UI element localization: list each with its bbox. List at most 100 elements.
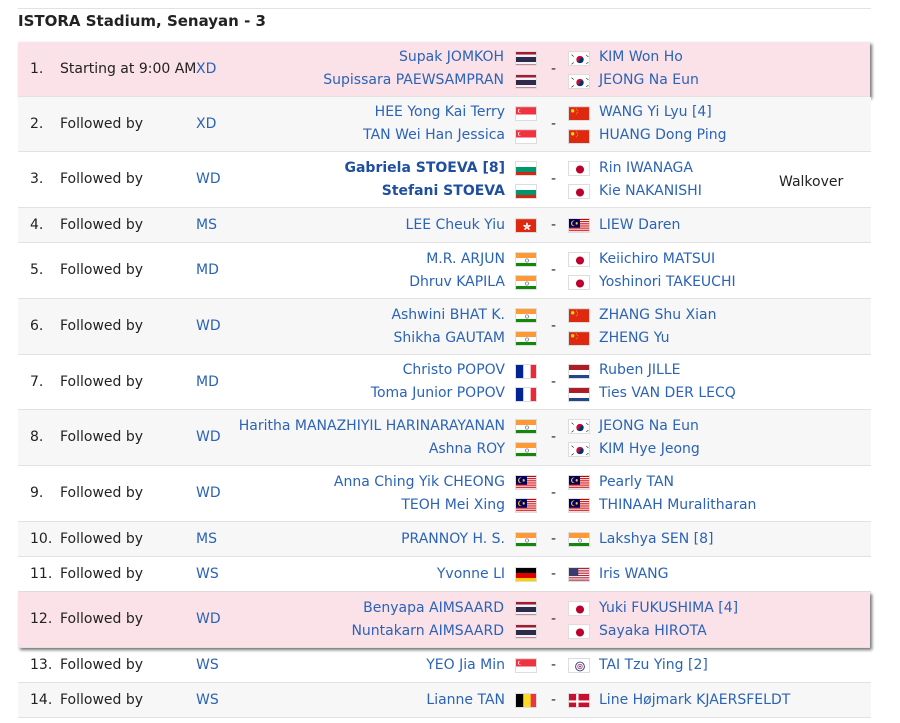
event-link[interactable]: WD [196, 171, 221, 187]
match-row: 12. Followed by WD Benyapa AIMSAARD Nuntakar… [18, 592, 870, 648]
left-player-link[interactable]: Lianne TAN [426, 692, 505, 708]
right-player-link[interactable]: KIM Won Ho [599, 49, 683, 65]
right-player-link[interactable]: ZHENG Yu [599, 330, 670, 346]
flag-ned-icon [568, 386, 590, 402]
versus-dash: - [551, 216, 557, 233]
event-link[interactable]: WS [196, 692, 219, 708]
right-player-link[interactable]: ZHANG Shu Xian [599, 307, 716, 323]
flag-chn-icon [568, 128, 590, 144]
right-player-link[interactable]: KIM Hye Jeong [599, 441, 700, 457]
right-player-link[interactable]: Line Højmark KJAERSFELDT [599, 692, 790, 708]
right-player-link[interactable]: TAI Tzu Ying [2] [599, 657, 708, 673]
right-player-link[interactable]: Keiichiro MATSUI [599, 251, 715, 267]
left-player-link[interactable]: Gabriela STOEVA [8] [344, 160, 505, 176]
right-player-link[interactable]: Yoshinori TAKEUCHI [599, 274, 736, 290]
left-player-link[interactable]: Dhruv KAPILA [409, 274, 505, 290]
right-player-link[interactable]: Ties VAN DER LECQ [599, 385, 736, 401]
event-link[interactable]: XD [196, 61, 216, 77]
left-player-link[interactable]: Nuntakarn AIMSAARD [351, 623, 504, 639]
left-player-link[interactable]: LEE Cheuk Yiu [406, 217, 505, 233]
event-link[interactable]: MD [196, 262, 219, 278]
right-player-link[interactable]: Sayaka HIROTA [599, 623, 707, 639]
flag-kor-icon [568, 419, 590, 434]
event-link[interactable]: WS [196, 566, 219, 582]
match-row: 3. Followed by WD Gabriela STOEVA [8] Stefan… [18, 152, 871, 208]
left-player-link[interactable]: Supissara PAEWSAMPRAN [323, 72, 504, 88]
match-row: 10. Followed by MS PRANNOY H. S. - Lakshya SE… [18, 522, 871, 557]
flag-fra-icon [515, 386, 537, 402]
right-player-link[interactable]: Lakshya SEN [8] [599, 531, 713, 547]
match-row: 7. Followed by MD Christo POPOV Toma Junior … [18, 355, 871, 410]
left-player-link[interactable]: Haritha MANAZHIYIL HARINARAYANAN [239, 418, 505, 434]
flag-mas-icon [568, 498, 590, 513]
flag-usa-icon [568, 567, 590, 582]
flag-hkg-icon [515, 218, 537, 233]
right-player-link[interactable]: WANG Yi Lyu [4] [599, 104, 712, 120]
schedule-text: Followed by [60, 565, 144, 582]
left-player-link[interactable]: PRANNOY H. S. [401, 531, 505, 547]
schedule-text: Followed by [60, 530, 144, 547]
left-player-link[interactable]: TEOH Mei Xing [401, 497, 505, 513]
versus-dash: - [551, 656, 557, 673]
versus-dash: - [551, 691, 557, 708]
flag-chn-icon [568, 105, 590, 121]
event-link[interactable]: WS [196, 657, 219, 673]
match-number: 11. [30, 565, 53, 582]
event-link[interactable]: MS [196, 217, 217, 233]
right-player-link[interactable]: THINAAH Muralitharan [599, 497, 756, 513]
right-player-link[interactable]: Pearly TAN [599, 474, 674, 490]
flag-mas-icon [515, 498, 537, 513]
left-player-link[interactable]: Benyapa AIMSAARD [363, 600, 504, 616]
flag-jpn-icon [568, 252, 590, 267]
flag-ind-icon [515, 275, 537, 290]
schedule-text: Followed by [60, 171, 144, 187]
flag-ind-icon [515, 532, 537, 547]
right-player-link[interactable]: JEONG Na Eun [599, 418, 699, 434]
flag-ind-icon [515, 419, 537, 434]
right-player-link[interactable]: Yuki FUKUSHIMA [4] [599, 600, 738, 616]
flag-tha-icon [515, 50, 537, 66]
right-player-link[interactable]: JEONG Na Eun [599, 72, 699, 88]
flag-kor-icon [568, 50, 590, 66]
right-player-link[interactable]: Iris WANG [599, 566, 669, 582]
flag-mas-icon [515, 475, 537, 490]
match-number: 14. [30, 691, 53, 708]
left-player-link[interactable]: Ashna ROY [429, 441, 505, 457]
left-player-link[interactable]: HEE Yong Kai Terry [375, 104, 505, 120]
left-player-link[interactable]: TAN Wei Han Jessica [363, 127, 505, 143]
event-link[interactable]: WD [196, 429, 221, 445]
versus-dash: - [551, 115, 557, 132]
versus-dash: - [551, 262, 557, 278]
match-number: 2. [30, 115, 44, 132]
schedule-text: Followed by [60, 216, 144, 233]
versus-dash: - [551, 60, 557, 77]
versus-dash: - [551, 373, 557, 390]
versus-dash: - [551, 565, 557, 582]
right-player-link[interactable]: LIEW Daren [599, 217, 680, 233]
match-row: 4. Followed by MS LEE Cheuk Yiu - LIEW Daren [18, 208, 871, 243]
left-player-link[interactable]: Supak JOMKOH [399, 49, 504, 65]
event-link[interactable]: WD [196, 485, 221, 501]
event-link[interactable]: MD [196, 374, 219, 390]
left-player-link[interactable]: Toma Junior POPOV [371, 385, 505, 401]
schedule-text: Followed by [60, 373, 144, 390]
left-player-link[interactable]: Christo POPOV [403, 362, 505, 378]
right-player-link[interactable]: Ruben JILLE [599, 362, 681, 378]
event-link[interactable]: WD [196, 318, 221, 334]
event-link[interactable]: WD [196, 611, 221, 627]
flag-mas-icon [568, 475, 590, 490]
left-player-link[interactable]: Anna Ching Yik CHEONG [334, 474, 505, 490]
right-player-link[interactable]: HUANG Dong Ping [599, 127, 726, 143]
left-player-link[interactable]: Stefani STOEVA [382, 183, 505, 199]
left-player-link[interactable]: M.R. ARJUN [426, 251, 505, 267]
flag-ned-icon [568, 363, 590, 379]
schedule-text: Followed by [60, 115, 144, 132]
right-player-link[interactable]: Rin IWANAGA [599, 160, 693, 176]
left-player-link[interactable]: YEO Jia Min [426, 657, 505, 673]
left-player-link[interactable]: Shikha GAUTAM [394, 330, 505, 346]
left-player-link[interactable]: Yvonne LI [437, 566, 505, 582]
event-link[interactable]: MS [196, 531, 217, 547]
event-link[interactable]: XD [196, 116, 216, 132]
right-player-link[interactable]: Kie NAKANISHI [599, 183, 702, 199]
left-player-link[interactable]: Ashwini BHAT K. [391, 307, 505, 323]
